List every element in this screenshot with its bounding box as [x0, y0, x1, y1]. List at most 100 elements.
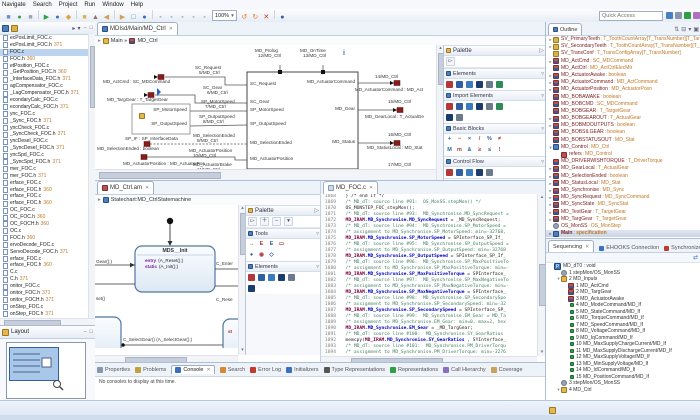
run-icon[interactable]: ▶ — [42, 13, 51, 22]
folder-tool-icon[interactable]: ▾ — [284, 217, 293, 226]
tab-problems[interactable]: Problems — [135, 367, 166, 373]
breadcrumb-main[interactable]: Main — [111, 38, 123, 44]
outline-item[interactable]: ▸MD_TargGear:T_TargetGear — [546, 216, 700, 223]
outline-item[interactable]: ▸MD_StatusLocal:MD_Stat — [546, 180, 700, 187]
build-icon[interactable]: ▲ — [91, 13, 100, 22]
file-list-item[interactable]: _SyncSpd_FOC.h371 — [0, 159, 95, 166]
add-icon[interactable]: + — [446, 136, 453, 143]
forward-icon[interactable]: ▶ — [118, 13, 127, 22]
marker3-icon[interactable]: ▪ — [178, 13, 187, 22]
maximize-icon[interactable]: □ — [90, 25, 93, 31]
file-list-item[interactable]: FOC.h360 — [0, 235, 95, 242]
tab-outline[interactable]: Outline — [548, 23, 582, 35]
statechart-canvas[interactable]: MDS__Initentry(A_Reset();)static(A_Init(… — [95, 205, 238, 348]
outline-item[interactable]: ▸MD_ActCmd:SC_MDCommand — [546, 58, 700, 65]
outline-item[interactable]: MD_BOBSTATUSOUT:MD_Stat — [546, 137, 700, 144]
close-icon[interactable]: ✕ — [369, 185, 373, 191]
mux-icon[interactable]: ! — [496, 147, 503, 154]
maximize-icon[interactable]: □ — [90, 329, 93, 335]
outline-item[interactable]: ▸MD_SelectionEnded:boolean — [546, 173, 700, 180]
code-area[interactable]: 1868 } /* end if */1869 /* MD_dT: source… — [321, 194, 537, 356]
file-list-item[interactable]: erface_FOC.c — [0, 180, 95, 187]
tab-type-representations[interactable]: Type Representations — [324, 367, 386, 373]
state-tool-icon[interactable]: ● — [248, 252, 255, 259]
tab-diagram[interactable]: MDIsd/Main/MD_Ctrl ✕ — [97, 22, 178, 35]
outline-item[interactable]: MD_BOBSILGEAR:boolean — [546, 129, 700, 136]
tab-error-log[interactable]: Error Log — [250, 367, 281, 373]
import-parameter-icon[interactable] — [466, 103, 473, 110]
file-list-item[interactable]: FOC.h360 — [0, 56, 95, 63]
file-list-item[interactable]: onitor_FOC.c — [0, 283, 95, 290]
file-list-item[interactable]: OC.c — [0, 228, 95, 235]
file-list-item[interactable]: mer_FOC.h371 — [0, 173, 95, 180]
file-list-item[interactable]: C.h371 — [0, 276, 95, 283]
back-icon[interactable]: ◀ — [102, 13, 111, 22]
import-variable-icon[interactable] — [476, 103, 483, 110]
sc-port-icon[interactable] — [278, 274, 285, 281]
revert-icon[interactable]: ↻ — [251, 13, 260, 22]
marker4-icon[interactable]: ▪ — [189, 13, 198, 22]
sc-receiver-icon[interactable] — [268, 274, 275, 281]
file-list-item[interactable]: erface_FOC.c — [0, 193, 95, 200]
save-icon[interactable]: ■ — [4, 13, 13, 22]
outline-item[interactable]: ▸MD_GearLocal:T_ActualGear — [546, 165, 700, 172]
file-list-item[interactable]: mer_FOC.c — [0, 166, 95, 173]
link-editor-icon[interactable]: ▣ — [693, 26, 699, 33]
outline-item[interactable]: ▸MD_BOBGEAROUT:T_ActualGear — [546, 115, 700, 122]
min-icon[interactable]: M — [446, 147, 453, 154]
subtract-icon[interactable]: − — [456, 136, 463, 143]
import-sr-icon[interactable] — [456, 103, 463, 110]
expand-icon[interactable]: ▸ — [72, 25, 75, 32]
outline-item[interactable]: ▸Main:specification — [546, 230, 700, 237]
file-list-item[interactable]: econdaryCalc_FOC.h371 — [0, 104, 95, 111]
literal-icon[interactable] — [486, 81, 493, 88]
outline-item[interactable]: SV_TransConf:T_TransConfigArray[T_TransN… — [546, 50, 700, 57]
file-list-item[interactable]: onitor_FOCH.h371 — [0, 297, 95, 304]
junction-tool-icon[interactable]: ◉ — [258, 252, 265, 259]
while-icon[interactable] — [476, 169, 483, 176]
entry-action-tool-icon[interactable]: E — [258, 241, 265, 248]
status-tray-icon[interactable] — [549, 407, 556, 414]
file-list-item[interactable]: yncSpd_FOC.c — [0, 152, 95, 159]
sc-table-icon[interactable] — [288, 274, 295, 281]
menu-item-project[interactable]: Project — [59, 2, 78, 8]
debug-icon[interactable]: ● — [53, 13, 62, 22]
sequencing-item[interactable]: ▾4 MD_Ctrl — [546, 387, 700, 394]
file-list-item[interactable]: econdaryCalc_FOC.c — [0, 97, 95, 104]
outline-item[interactable]: OS_MonSS:OS_MonStep — [546, 223, 700, 230]
perspective-other-icon[interactable] — [693, 12, 700, 19]
file-list-item[interactable]: C.c — [0, 269, 95, 276]
tab-coverage[interactable]: Coverage — [491, 367, 523, 373]
file-list-item[interactable]: erface_FOC.c — [0, 256, 95, 263]
menu-item-window[interactable]: Window — [102, 2, 123, 8]
layout-minimap[interactable] — [0, 339, 95, 401]
minimize-icon[interactable]: − — [83, 329, 86, 335]
collapse-all-icon[interactable]: ⊟ — [681, 26, 686, 33]
palette-section-elements[interactable]: Elements▿ — [444, 68, 546, 79]
marker5-icon[interactable]: ▪ — [200, 13, 209, 22]
block-diagram-canvas[interactable]: MD_ActCmd : SC_MDCommandMD_TargGear : T_… — [95, 45, 436, 169]
file-list-item[interactable]: yncDesel_FOC.c — [0, 138, 95, 145]
outline-item[interactable]: ▸MD_ActuatorAwake:boolean — [546, 72, 700, 79]
select-tool-icon[interactable]: ▻ — [446, 57, 455, 66]
file-list-item[interactable]: agCompensator_FOC.c — [0, 83, 95, 90]
sc-sender-icon[interactable] — [258, 274, 265, 281]
run-last-icon[interactable]: ● — [15, 13, 24, 22]
view-menu-icon[interactable]: ▾ — [77, 25, 80, 32]
zoom-in-tool-icon[interactable]: ＋ — [260, 217, 269, 226]
outline-item[interactable]: refers:MD_Control — [546, 151, 700, 158]
and-icon[interactable]: & — [466, 147, 473, 154]
outline-item[interactable]: MD_BOBGEAR:T_TargetGear — [546, 108, 700, 115]
parameter-icon[interactable] — [466, 81, 473, 88]
return-icon[interactable] — [486, 169, 493, 176]
file-list-item[interactable]: _InterfaceData_FOC.h371 — [0, 76, 95, 83]
outline-item[interactable]: ▾MD_Control:MD_Ctrl — [546, 144, 700, 151]
import-constant-icon[interactable] — [496, 103, 503, 110]
compare-icon[interactable]: ≠ — [496, 136, 503, 143]
palette-section-tools[interactable]: Tools▿ — [246, 228, 321, 239]
marker2-icon[interactable]: ▪ — [167, 13, 176, 22]
outline-item[interactable]: MD_DRIVERWISHTORQUE:T_DriverTorque — [546, 158, 700, 165]
outline-item[interactable]: ▸MD_TestGear:T_TargetGear — [546, 209, 700, 216]
outline-item[interactable]: ▸MD_SyncState:MD_SyncStat — [546, 201, 700, 208]
file-list-item[interactable]: _Sync_FOC.h371 — [0, 118, 95, 125]
